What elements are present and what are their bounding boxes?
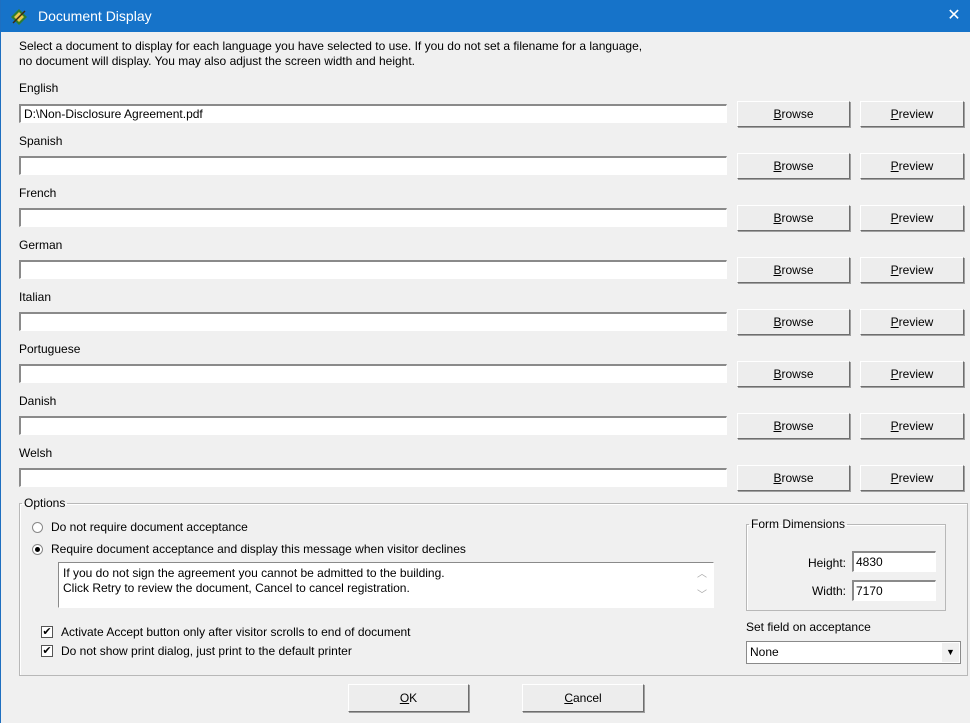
english-browse-button[interactable]: Browse [737, 101, 850, 127]
cancel-button[interactable]: Cancel [522, 684, 644, 712]
radio-require-acceptance-circle[interactable] [32, 543, 43, 555]
label-italian: Italian [19, 290, 52, 304]
radio-require-acceptance-label: Require document acceptance and display … [51, 542, 466, 556]
instructions: Select a document to display for each la… [19, 39, 759, 69]
portuguese-browse-button[interactable]: Browse [737, 361, 850, 387]
german-preview-button[interactable]: Preview [860, 257, 964, 283]
italian-browse-button[interactable]: Browse [737, 309, 850, 335]
radio-no-acceptance[interactable]: Do not require document acceptance [32, 520, 248, 534]
welsh-browse-button[interactable]: Browse [737, 465, 850, 491]
acceptance-field-label: Set field on acceptance [746, 620, 871, 634]
welsh-file-input[interactable] [19, 468, 727, 487]
italian-preview-button[interactable]: Preview [860, 309, 964, 335]
radio-require-acceptance[interactable]: Require document acceptance and display … [32, 542, 466, 556]
height-input[interactable] [852, 551, 936, 572]
radio-no-acceptance-circle[interactable] [32, 521, 43, 533]
checkbox-direct-print-label: Do not show print dialog, just print to … [61, 644, 352, 658]
label-english: English [19, 81, 59, 95]
scroll-up-icon[interactable]: ︿ [697, 567, 707, 582]
acceptance-field-select[interactable]: None ▼ [746, 641, 961, 664]
checkbox-direct-print[interactable]: ✔ Do not show print dialog, just print t… [41, 644, 352, 658]
options-legend: Options [24, 496, 66, 510]
height-label: Height: [807, 556, 846, 570]
label-danish: Danish [19, 394, 57, 408]
width-input[interactable] [852, 580, 936, 601]
checkbox-scroll-to-end[interactable]: ✔ Activate Accept button only after visi… [41, 625, 411, 639]
french-preview-button[interactable]: Preview [860, 205, 964, 231]
close-icon[interactable]: ✕ [937, 0, 970, 32]
decline-message-line-1: If you do not sign the agreement you can… [63, 566, 445, 580]
label-welsh: Welsh [19, 446, 53, 460]
app-icon [11, 9, 27, 25]
radio-no-acceptance-label: Do not require document acceptance [51, 520, 248, 534]
document-display-dialog: Document Display ✕ Select a document to … [0, 0, 970, 723]
spanish-browse-button[interactable]: Browse [737, 153, 850, 179]
portuguese-preview-button[interactable]: Preview [860, 361, 964, 387]
form-dimensions-legend: Form Dimensions [751, 517, 846, 531]
checkbox-scroll-to-end-box[interactable]: ✔ [41, 626, 53, 638]
label-german: German [19, 238, 63, 252]
german-file-input[interactable] [19, 260, 727, 279]
label-spanish: Spanish [19, 134, 63, 148]
instructions-line-1: Select a document to display for each la… [19, 39, 643, 53]
scroll-down-icon[interactable]: ﹀ [697, 588, 707, 603]
title-bar: Document Display ✕ [1, 0, 970, 32]
decline-message-textarea[interactable]: If you do not sign the agreement you can… [58, 562, 714, 608]
window-title: Document Display [38, 8, 152, 24]
german-browse-button[interactable]: Browse [737, 257, 850, 283]
french-browse-button[interactable]: Browse [737, 205, 850, 231]
danish-browse-button[interactable]: Browse [737, 413, 850, 439]
width-label: Width: [811, 584, 846, 598]
portuguese-file-input[interactable] [19, 364, 727, 383]
french-file-input[interactable] [19, 208, 727, 227]
danish-preview-button[interactable]: Preview [860, 413, 964, 439]
italian-file-input[interactable] [19, 312, 727, 331]
spanish-preview-button[interactable]: Preview [860, 153, 964, 179]
danish-file-input[interactable] [19, 416, 727, 435]
checkbox-direct-print-box[interactable]: ✔ [41, 645, 53, 657]
acceptance-field-value: None [750, 645, 779, 659]
welsh-preview-button[interactable]: Preview [860, 465, 964, 491]
english-file-input[interactable] [19, 104, 727, 123]
instructions-line-2: no document will display. You may also a… [19, 54, 416, 68]
label-french: French [19, 186, 57, 200]
ok-button[interactable]: OK [348, 684, 469, 712]
checkbox-scroll-to-end-label: Activate Accept button only after visito… [61, 625, 411, 639]
label-portuguese: Portuguese [19, 342, 81, 356]
spanish-file-input[interactable] [19, 156, 727, 175]
decline-message-line-2: Click Retry to review the document, Canc… [63, 581, 410, 595]
english-preview-button[interactable]: Preview [860, 101, 964, 127]
chevron-down-icon[interactable]: ▼ [942, 643, 959, 662]
